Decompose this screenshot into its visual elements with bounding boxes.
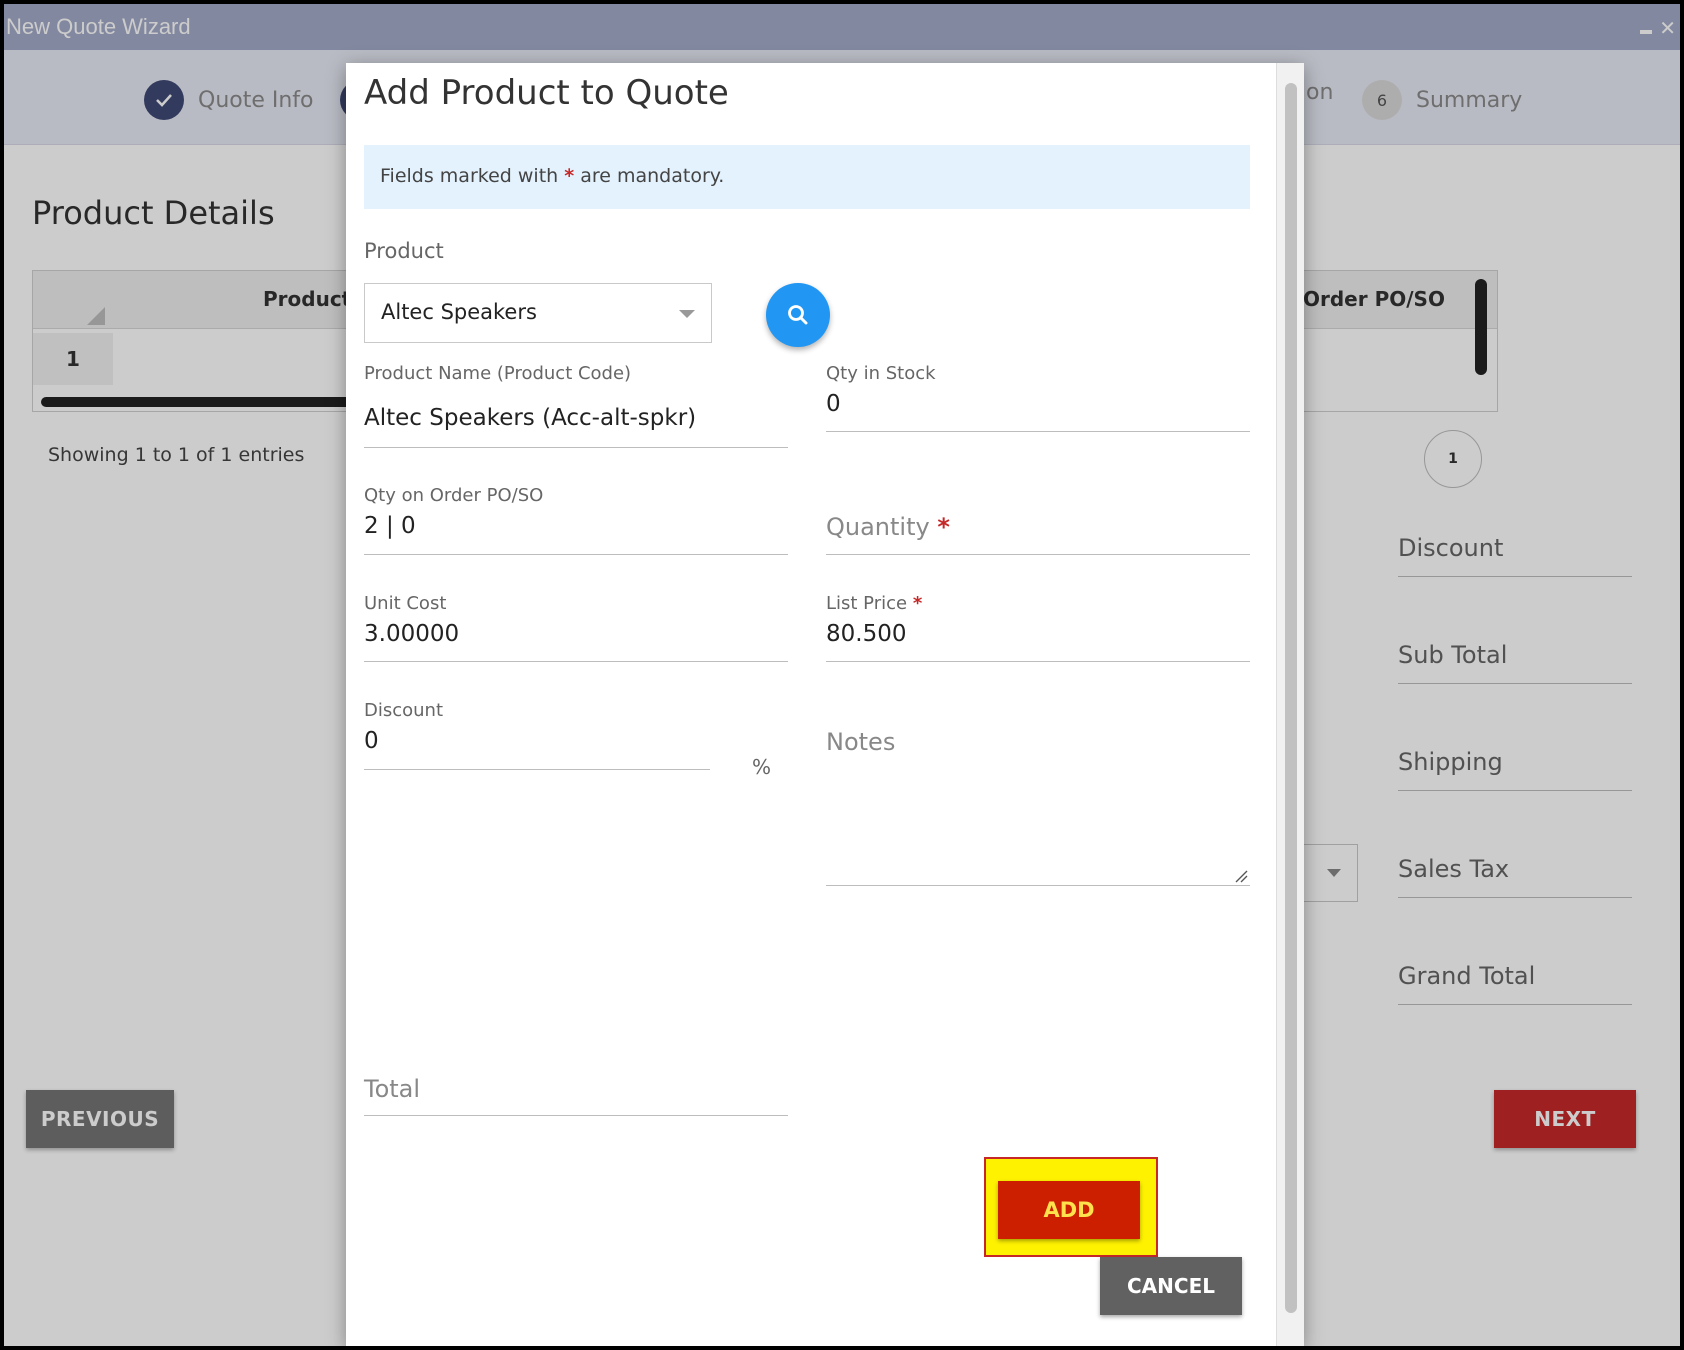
product-select[interactable]: Altec Speakers [364,283,712,343]
required-star: * [912,593,923,614]
qty-on-order-field[interactable]: 2 | 0 [364,513,416,539]
scrollbar-thumb[interactable] [1285,83,1297,1313]
divider [364,1115,788,1116]
qty-in-stock-field[interactable]: 0 [826,391,841,417]
required-star: * [564,165,575,187]
list-price-label: List Price * [826,593,922,614]
divider [364,447,788,448]
resize-handle-icon[interactable] [1234,869,1248,883]
product-name-label: Product Name (Product Code) [364,363,632,384]
chevron-down-icon [679,310,695,318]
list-price-field[interactable]: 80.500 [826,621,906,647]
qty-in-stock-label: Qty in Stock [826,363,936,384]
product-label: Product [364,239,444,263]
divider [364,661,788,662]
divider [364,554,788,555]
search-button[interactable] [766,283,830,347]
product-select-value: Altec Speakers [381,300,537,324]
divider [364,769,710,770]
dialog-title: Add Product to Quote [364,73,729,113]
dialog-scrollbar[interactable] [1276,63,1304,1346]
quantity-placeholder: Quantity [826,513,930,541]
unit-cost-label: Unit Cost [364,593,447,614]
divider [826,431,1250,432]
discount-label: Discount [364,700,444,721]
notice-text: Fields marked with [380,165,559,187]
divider [826,554,1250,555]
list-price-label-text: List Price [826,593,908,614]
qty-on-order-label: Qty on Order PO/SO [364,485,544,506]
required-star: * [937,513,950,541]
product-name-field[interactable]: Altec Speakers (Acc-alt-spkr) [364,405,696,431]
divider [826,661,1250,662]
discount-field[interactable]: 0 [364,728,379,754]
percent-unit: % [752,755,772,779]
mandatory-notice: Fields marked with * are mandatory. [364,145,1250,209]
total-field[interactable]: Total [364,1075,420,1103]
notes-field[interactable]: Notes [826,728,895,756]
divider [826,885,1250,886]
add-product-dialog: Add Product to Quote Fields marked with … [346,63,1304,1346]
notice-text: are mandatory. [580,165,725,187]
quantity-field[interactable]: Quantity * [826,513,950,541]
add-button[interactable]: ADD [998,1181,1140,1239]
cancel-button[interactable]: CANCEL [1100,1257,1242,1315]
unit-cost-field[interactable]: 3.00000 [364,621,459,647]
search-icon [788,305,808,325]
